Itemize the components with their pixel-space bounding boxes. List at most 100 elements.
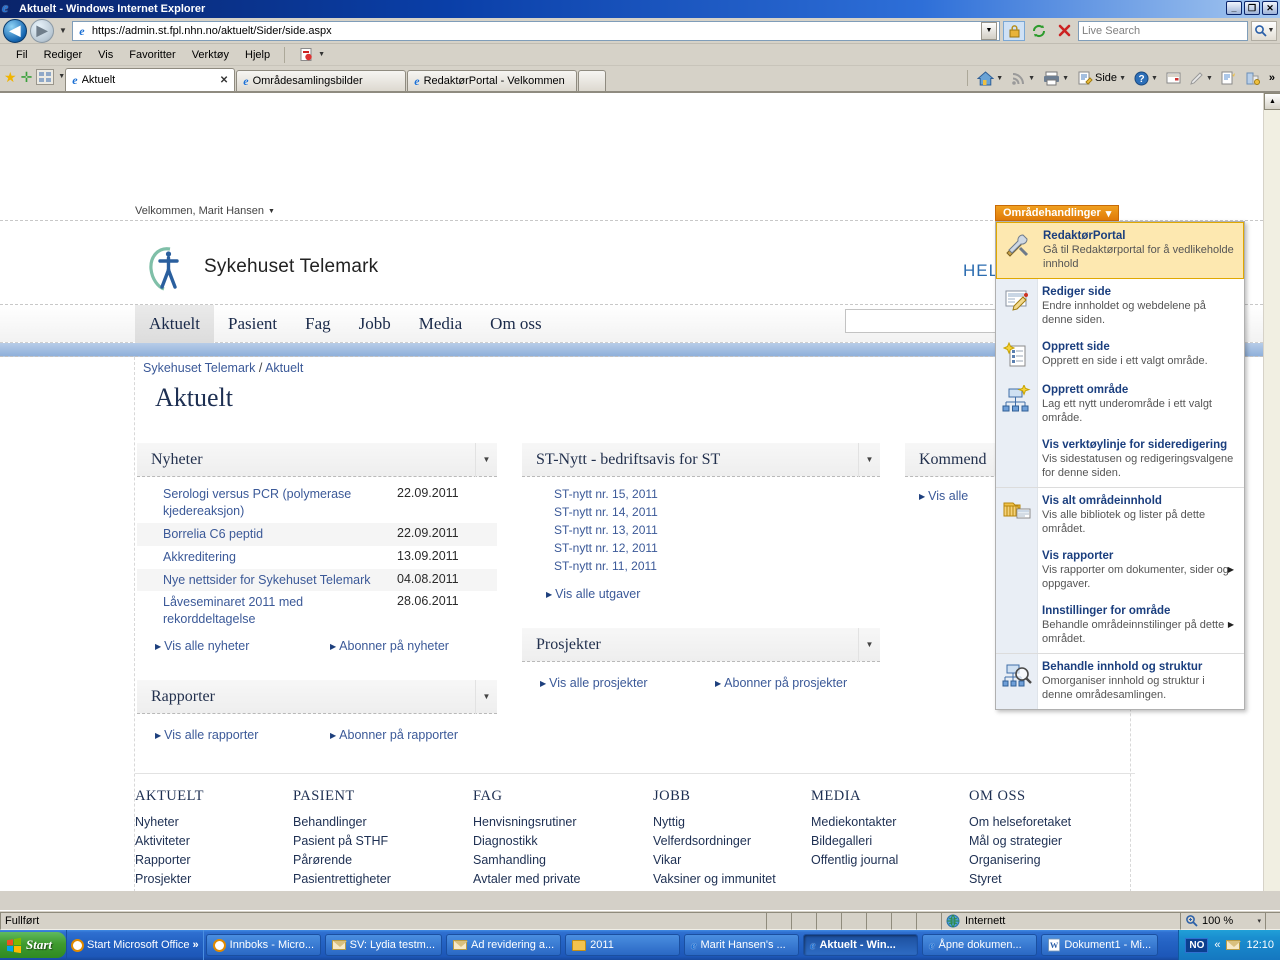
url-input[interactable]: e https://admin.st.fpl.nhn.no/aktuelt/Si… [71, 20, 1000, 41]
list-item[interactable]: ST-nytt nr. 13, 2011 [522, 521, 880, 539]
edit-dropdown-icon[interactable]: ▼ [1206, 75, 1213, 82]
feeds-button[interactable]: ▼ [1008, 69, 1038, 88]
page-menu-button[interactable]: Side ▼ [1074, 69, 1129, 88]
new-tab-button[interactable] [578, 70, 607, 91]
menu-favoritter[interactable]: Favoritter [121, 47, 183, 63]
refresh-button[interactable] [1028, 21, 1050, 41]
chevron-down-icon[interactable]: ▼ [268, 208, 275, 215]
footer-link[interactable]: Offentlig journal [811, 851, 969, 870]
help-dropdown-icon[interactable]: ▼ [1151, 75, 1158, 82]
nav-pasient[interactable]: Pasient [214, 305, 291, 343]
home-button[interactable]: ▼ [974, 69, 1006, 88]
news-title[interactable]: Nye nettsider for Sykehuset Telemark [163, 572, 397, 589]
footer-link[interactable]: ST-Nytt [135, 889, 293, 891]
security-zone[interactable]: Internett [941, 911, 1181, 930]
footer-link[interactable]: Aktiviteter [135, 832, 293, 851]
news-title[interactable]: Serologi versus PCR (polymerase kjederea… [163, 486, 397, 520]
resize-grip[interactable] [1265, 911, 1280, 930]
menu-item-vis-alt-omradeinnhold[interactable]: Vis alt områdeinnhold Vis alle bibliotek… [996, 487, 1244, 543]
footer-link[interactable]: Organisering [969, 851, 1127, 870]
back-button[interactable]: ◀ [3, 18, 27, 43]
link-vis-alle-prosjekter[interactable]: ▶ Vis alle prosjekter [540, 676, 715, 690]
menu-item-opprett-side[interactable]: Opprett side Opprett en side i ett valgt… [996, 334, 1244, 377]
menu-item-rediger-side[interactable]: Rediger side Endre innholdet og webdelen… [996, 279, 1244, 334]
taskbar-item-aktuelt[interactable]: e Aktuelt - Win... [803, 934, 919, 956]
table-row[interactable]: Nye nettsider for Sykehuset Telemark 04.… [137, 568, 497, 592]
help-button[interactable]: ? ▼ [1131, 69, 1161, 88]
research-button[interactable] [1218, 69, 1240, 88]
webpart-menu-icon[interactable]: ▼ [858, 442, 880, 477]
stop-button[interactable] [1053, 21, 1075, 41]
favorites-center-icon[interactable]: ★ [4, 70, 17, 84]
welcome-user-menu[interactable]: Velkommen, Marit Hansen ▼ [135, 205, 275, 217]
menu-item-behandle-innhold-og-struktur[interactable]: Behandle innhold og struktur Omorganiser… [996, 653, 1244, 709]
language-indicator[interactable]: NO [1185, 937, 1209, 953]
footer-link[interactable]: Samhandling [473, 851, 653, 870]
start-button[interactable]: Start [0, 932, 67, 958]
site-logo[interactable]: Sykehuset Telemark [148, 243, 378, 291]
taskbar-item-apne-dokumenter[interactable]: e Åpne dokumen... [922, 934, 1038, 956]
add-favorite-icon[interactable]: ✛ [21, 70, 33, 84]
menu-item-opprett-omrade[interactable]: Opprett område Lag ett nytt underområde … [996, 377, 1244, 432]
search-button[interactable]: ▼ [1251, 20, 1277, 41]
tools-button[interactable] [1242, 69, 1264, 88]
list-item[interactable]: ST-nytt nr. 14, 2011 [522, 503, 880, 521]
link-vis-alle-utgaver[interactable]: ▶ Vis alle utgaver [546, 587, 640, 601]
list-item[interactable]: ST-nytt nr. 11, 2011 [522, 557, 880, 575]
breadcrumb-current[interactable]: Aktuelt [265, 361, 303, 375]
table-row[interactable]: Serologi versus PCR (polymerase kjederea… [137, 483, 497, 523]
table-row[interactable]: Borrelia C6 peptid 22.09.2011 [137, 522, 497, 546]
taskbar-item-marit-hansens[interactable]: e Marit Hansen's ... [684, 934, 800, 956]
tab-omradesamlingsbilder[interactable]: e Områdesamlingsbilder [236, 70, 407, 91]
live-search-input[interactable]: Live Search [1078, 20, 1248, 41]
footer-link[interactable]: Mediekontakter [811, 813, 969, 832]
command-overflow-icon[interactable]: » [1266, 70, 1278, 86]
footer-link[interactable]: Nyttig [653, 813, 811, 832]
taskbar-item-2011[interactable]: 2011 [565, 934, 681, 956]
print-dropdown-icon[interactable]: ▼ [1062, 75, 1069, 82]
security-lock-icon[interactable] [1003, 20, 1025, 41]
menu-verktoy[interactable]: Verktøy [184, 47, 237, 63]
footer-link[interactable]: Pasient på STHF [293, 832, 473, 851]
quick-launch-label[interactable]: Start Microsoft Office [87, 939, 190, 951]
taskbar-item-sv-lydia[interactable]: SV: Lydia testm... [325, 934, 442, 956]
list-item[interactable]: ST-nytt nr. 15, 2011 [522, 485, 880, 503]
table-row[interactable]: Akkreditering 13.09.2011 [137, 546, 497, 569]
forward-button[interactable]: ▶ [30, 18, 54, 43]
footer-link[interactable]: Brukerutvalg [969, 889, 1127, 891]
history-dropdown-icon[interactable]: ▼ [59, 26, 67, 35]
webpart-menu-icon[interactable]: ▼ [475, 442, 497, 477]
tray-expand-icon[interactable]: « [1214, 939, 1220, 951]
footer-link[interactable]: Vaksiner og immunitet [653, 870, 811, 889]
news-title[interactable]: Borrelia C6 peptid [163, 526, 397, 543]
minimize-button[interactable]: _ [1226, 1, 1242, 15]
menu-item-vis-rapporter[interactable]: Vis rapporter Vis rapporter om dokumente… [996, 543, 1244, 598]
taskbar-item-innboks[interactable]: Innboks - Micro... [205, 934, 321, 956]
footer-link[interactable]: Diagnostikk [473, 832, 653, 851]
footer-link[interactable]: Velferdsordninger [653, 832, 811, 851]
scroll-up-button[interactable]: ▲ [1264, 93, 1280, 110]
breadcrumb-root[interactable]: Sykehuset Telemark [143, 361, 255, 375]
footer-link[interactable]: Pensjon og forsikring [653, 889, 811, 891]
quick-tabs-icon[interactable] [36, 68, 55, 85]
url-dropdown-icon[interactable]: ▼ [981, 21, 997, 40]
site-search-input[interactable] [845, 309, 1005, 333]
footer-link[interactable]: Prosjekter [135, 870, 293, 889]
footer-link[interactable]: Mål og strategier [969, 832, 1127, 851]
footer-link[interactable]: Bildegalleri [811, 832, 969, 851]
menu-item-innstillinger-for-omrade[interactable]: Innstillinger for område Behandle område… [996, 598, 1244, 653]
tab-list-dropdown-icon[interactable]: ▼ [58, 73, 65, 80]
pdf-dropdown-icon[interactable]: ▼ [318, 51, 325, 58]
link-vis-alle[interactable]: ▶ Vis alle [919, 489, 968, 503]
nav-aktuelt[interactable]: Aktuelt [135, 304, 214, 343]
footer-link[interactable]: Behandlinger [293, 813, 473, 832]
footer-link[interactable]: Avtaler med private [473, 870, 653, 889]
clock[interactable]: 12:10 [1246, 939, 1274, 951]
minimize-ribbon-button[interactable] [1163, 70, 1184, 87]
news-title[interactable]: Låveseminaret 2011 med rekorddeltagelse [163, 594, 397, 628]
page-dropdown-icon[interactable]: ▼ [1119, 75, 1126, 82]
zoom-control[interactable]: 100 % ▾ [1180, 911, 1266, 930]
news-title[interactable]: Akkreditering [163, 549, 397, 566]
table-row[interactable]: Låveseminaret 2011 med rekorddeltagelse … [137, 591, 497, 631]
footer-link[interactable]: Henvisningsrutiner [473, 813, 653, 832]
